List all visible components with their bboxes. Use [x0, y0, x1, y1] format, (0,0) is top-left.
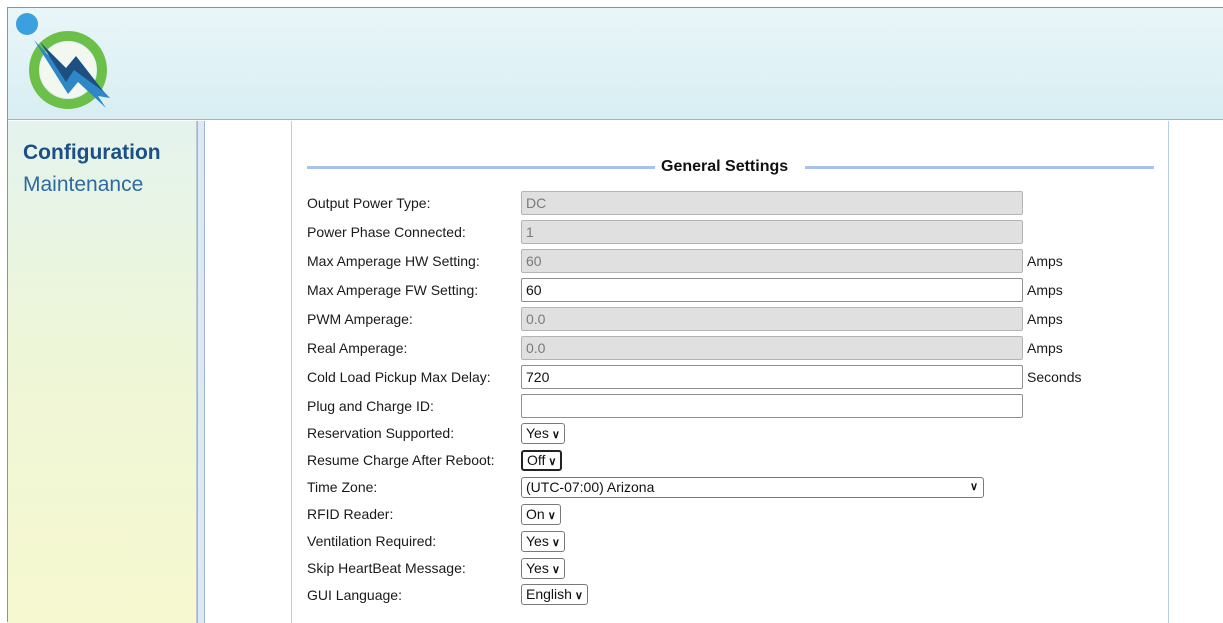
unit-label: Amps: [1027, 340, 1063, 356]
field-label: Reservation Supported:: [307, 425, 455, 441]
row-power-phase-connected: Power Phase Connected:: [307, 220, 1147, 244]
field-label: Skip HeartBeat Message:: [307, 560, 466, 576]
unit-label: Amps: [1027, 311, 1063, 327]
legend-divider-right: [805, 166, 1154, 169]
max-amperage-hw-field: [521, 249, 1023, 273]
chevron-down-icon: ∨: [551, 564, 560, 576]
unit-label: Amps: [1027, 282, 1063, 298]
field-label: Output Power Type:: [307, 195, 431, 211]
row-gui-language: GUI Language: English ∨: [307, 584, 1147, 608]
field-label: Ventilation Required:: [307, 533, 437, 549]
rfid-reader-select[interactable]: On ∨: [521, 504, 561, 525]
sidebar: Configuration Maintenance: [8, 121, 197, 623]
select-value: On: [526, 506, 545, 522]
field-label: Power Phase Connected:: [307, 224, 466, 240]
legend-divider-left: [307, 166, 655, 169]
sidebar-divider[interactable]: [197, 121, 205, 623]
chevron-down-icon: ∨: [551, 429, 560, 441]
row-max-amperage-fw: Max Amperage FW Setting: Amps: [307, 278, 1147, 302]
select-value: Off: [527, 452, 546, 468]
nav-maintenance[interactable]: Maintenance: [23, 173, 143, 197]
general-settings-panel: General Settings Output Power Type: Powe…: [291, 121, 1169, 623]
reservation-supported-select[interactable]: Yes ∨: [521, 423, 565, 444]
select-value: English: [526, 586, 572, 602]
power-phase-connected-field: [521, 220, 1023, 244]
field-label: Plug and Charge ID:: [307, 398, 434, 414]
row-pwm-amperage: PWM Amperage: Amps: [307, 307, 1147, 331]
row-output-power-type: Output Power Type:: [307, 191, 1147, 215]
pwm-amperage-field: [521, 307, 1023, 331]
chevron-down-icon: ∨: [548, 456, 557, 468]
chevron-down-icon: ∨: [547, 510, 556, 522]
field-label: GUI Language:: [307, 587, 402, 603]
content-area: General Settings Output Power Type: Powe…: [205, 121, 1223, 623]
output-power-type-field: [521, 191, 1023, 215]
row-plug-and-charge-id: Plug and Charge ID:: [307, 394, 1147, 418]
chevron-down-icon: ∨: [551, 537, 560, 549]
cold-load-pickup-delay-input[interactable]: [521, 365, 1023, 389]
select-value: Yes: [526, 425, 549, 441]
field-label: PWM Amperage:: [307, 311, 413, 327]
field-label: Resume Charge After Reboot:: [307, 452, 495, 468]
row-resume-charge: Resume Charge After Reboot: Off ∨: [307, 450, 1147, 474]
row-rfid-reader: RFID Reader: On ∨: [307, 504, 1147, 528]
charging-logo-icon: [16, 13, 110, 109]
ventilation-required-select[interactable]: Yes ∨: [521, 531, 565, 552]
header-banner: [8, 8, 1223, 120]
nav-configuration[interactable]: Configuration: [23, 141, 161, 165]
row-ventilation-required: Ventilation Required: Yes ∨: [307, 531, 1147, 555]
field-label: Max Amperage FW Setting:: [307, 282, 479, 298]
field-label: Real Amperage:: [307, 340, 408, 356]
section-title: General Settings: [661, 158, 789, 175]
resume-charge-select[interactable]: Off ∨: [521, 450, 563, 471]
row-time-zone: Time Zone: (UTC-07:00) Arizona ∨: [307, 477, 1147, 501]
row-skip-heartbeat: Skip HeartBeat Message: Yes ∨: [307, 558, 1147, 582]
field-label: RFID Reader:: [307, 506, 394, 522]
unit-label: Seconds: [1027, 369, 1082, 385]
row-max-amperage-hw: Max Amperage HW Setting: Amps: [307, 249, 1147, 273]
row-real-amperage: Real Amperage: Amps: [307, 336, 1147, 360]
time-zone-select[interactable]: (UTC-07:00) Arizona ∨: [521, 477, 984, 498]
select-value: (UTC-07:00) Arizona: [526, 479, 655, 495]
plug-and-charge-id-input[interactable]: [521, 394, 1023, 418]
row-reservation-supported: Reservation Supported: Yes ∨: [307, 423, 1147, 447]
skip-heartbeat-select[interactable]: Yes ∨: [521, 558, 565, 579]
real-amperage-field: [521, 336, 1023, 360]
field-label: Time Zone:: [307, 479, 378, 495]
row-cold-load-pickup: Cold Load Pickup Max Delay: Seconds: [307, 365, 1147, 389]
field-label: Max Amperage HW Setting:: [307, 253, 480, 269]
field-label: Cold Load Pickup Max Delay:: [307, 369, 491, 385]
chevron-down-icon: ∨: [969, 481, 978, 493]
chevron-down-icon: ∨: [574, 590, 583, 602]
max-amperage-fw-input[interactable]: [521, 278, 1023, 302]
app-frame: Configuration Maintenance General Settin…: [7, 7, 1223, 623]
gui-language-select[interactable]: English ∨: [521, 584, 588, 605]
unit-label: Amps: [1027, 253, 1063, 269]
select-value: Yes: [526, 533, 549, 549]
select-value: Yes: [526, 560, 549, 576]
